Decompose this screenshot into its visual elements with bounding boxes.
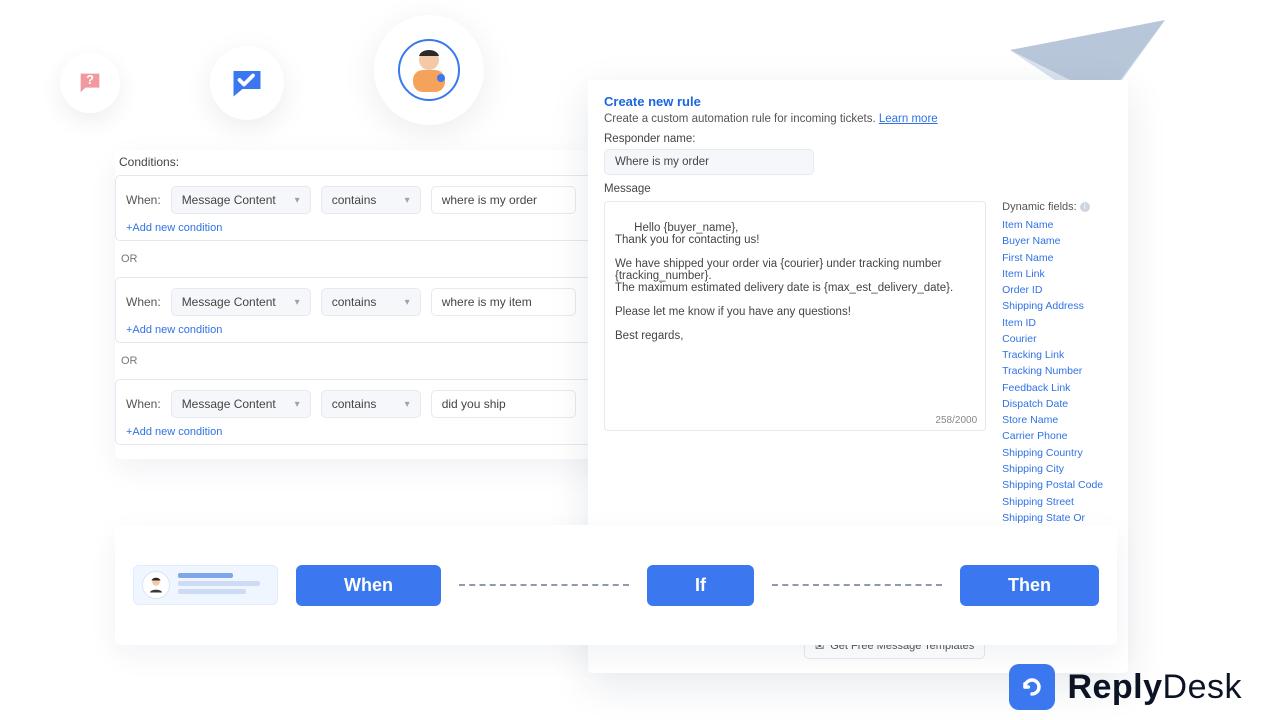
flow-if-step: If <box>647 565 754 606</box>
dynamic-field-link[interactable]: Tracking Link <box>1002 347 1112 363</box>
message-label: Message <box>604 183 1112 195</box>
dynamic-field-link[interactable]: Feedback Link <box>1002 380 1112 396</box>
flow-connector <box>772 584 942 586</box>
responder-input[interactable]: Where is my order <box>604 149 814 175</box>
dynamic-field-link[interactable]: Shipping City <box>1002 461 1112 477</box>
avatar-icon <box>142 571 170 599</box>
when-label: When: <box>126 193 161 207</box>
chevron-down-icon: ▾ <box>405 399 410 410</box>
chevron-down-icon: ▾ <box>295 195 300 206</box>
char-counter: 258/2000 <box>935 415 977 426</box>
help-bubble-icon: ? <box>60 53 120 113</box>
learn-more-link[interactable]: Learn more <box>879 113 938 125</box>
chevron-down-icon: ▾ <box>295 297 300 308</box>
dynamic-field-link[interactable]: Tracking Number <box>1002 363 1112 379</box>
dynamic-field-link[interactable]: First Name <box>1002 250 1112 266</box>
preview-lines <box>178 573 269 597</box>
operator-select[interactable]: contains▾ <box>321 288 421 316</box>
brand-mark-icon <box>1009 664 1055 710</box>
chevron-down-icon: ▾ <box>405 195 410 206</box>
info-icon[interactable]: i <box>1080 202 1090 212</box>
when-label: When: <box>126 295 161 309</box>
check-bubble-icon <box>210 46 284 120</box>
value-input[interactable]: where is my order <box>431 186 576 214</box>
chevron-down-icon: ▾ <box>405 297 410 308</box>
panel-title: Create new rule <box>604 94 1112 109</box>
dynamic-field-link[interactable]: Order ID <box>1002 282 1112 298</box>
field-select[interactable]: Message Content▾ <box>171 390 311 418</box>
value-input[interactable]: where is my item <box>431 288 576 316</box>
field-select[interactable]: Message Content▾ <box>171 288 311 316</box>
message-textarea[interactable]: Hello {buyer_name}, Thank you for contac… <box>604 201 986 431</box>
ticket-preview-card <box>133 565 278 605</box>
brand-name: ReplyDesk <box>1067 668 1242 707</box>
dynamic-field-link[interactable]: Shipping Street <box>1002 494 1112 510</box>
dynamic-field-link[interactable]: Buyer Name <box>1002 233 1112 249</box>
panel-subtitle: Create a custom automation rule for inco… <box>604 113 1112 125</box>
dynamic-field-link[interactable]: Carrier Phone <box>1002 428 1112 444</box>
dynamic-field-link[interactable]: Item Link <box>1002 266 1112 282</box>
dynamic-field-link[interactable]: Shipping Address <box>1002 298 1112 314</box>
dynamic-field-link[interactable]: Item Name <box>1002 217 1112 233</box>
operator-select[interactable]: contains▾ <box>321 390 421 418</box>
top-icons: ? <box>60 40 484 125</box>
flow-connector <box>459 584 629 586</box>
dynamic-field-link[interactable]: Shipping Postal Code <box>1002 477 1112 493</box>
dynamic-field-link[interactable]: Item ID <box>1002 315 1112 331</box>
field-select[interactable]: Message Content▾ <box>171 186 311 214</box>
flow-card: When If Then <box>115 525 1117 645</box>
responder-label: Responder name: <box>604 133 1112 145</box>
dynamic-fields-title: Dynamic fields: i <box>1002 201 1112 213</box>
person-avatar-icon <box>374 15 484 125</box>
svg-text:?: ? <box>86 72 94 87</box>
chevron-down-icon: ▾ <box>295 399 300 410</box>
operator-select[interactable]: contains▾ <box>321 186 421 214</box>
dynamic-field-link[interactable]: Store Name <box>1002 412 1112 428</box>
flow-then-step: Then <box>960 565 1099 606</box>
dynamic-field-link[interactable]: Shipping Country <box>1002 445 1112 461</box>
brand-logo: ReplyDesk <box>1009 664 1242 710</box>
value-input[interactable]: did you ship <box>431 390 576 418</box>
dynamic-field-link[interactable]: Courier <box>1002 331 1112 347</box>
when-label: When: <box>126 397 161 411</box>
dynamic-field-link[interactable]: Dispatch Date <box>1002 396 1112 412</box>
flow-when-step: When <box>296 565 441 606</box>
